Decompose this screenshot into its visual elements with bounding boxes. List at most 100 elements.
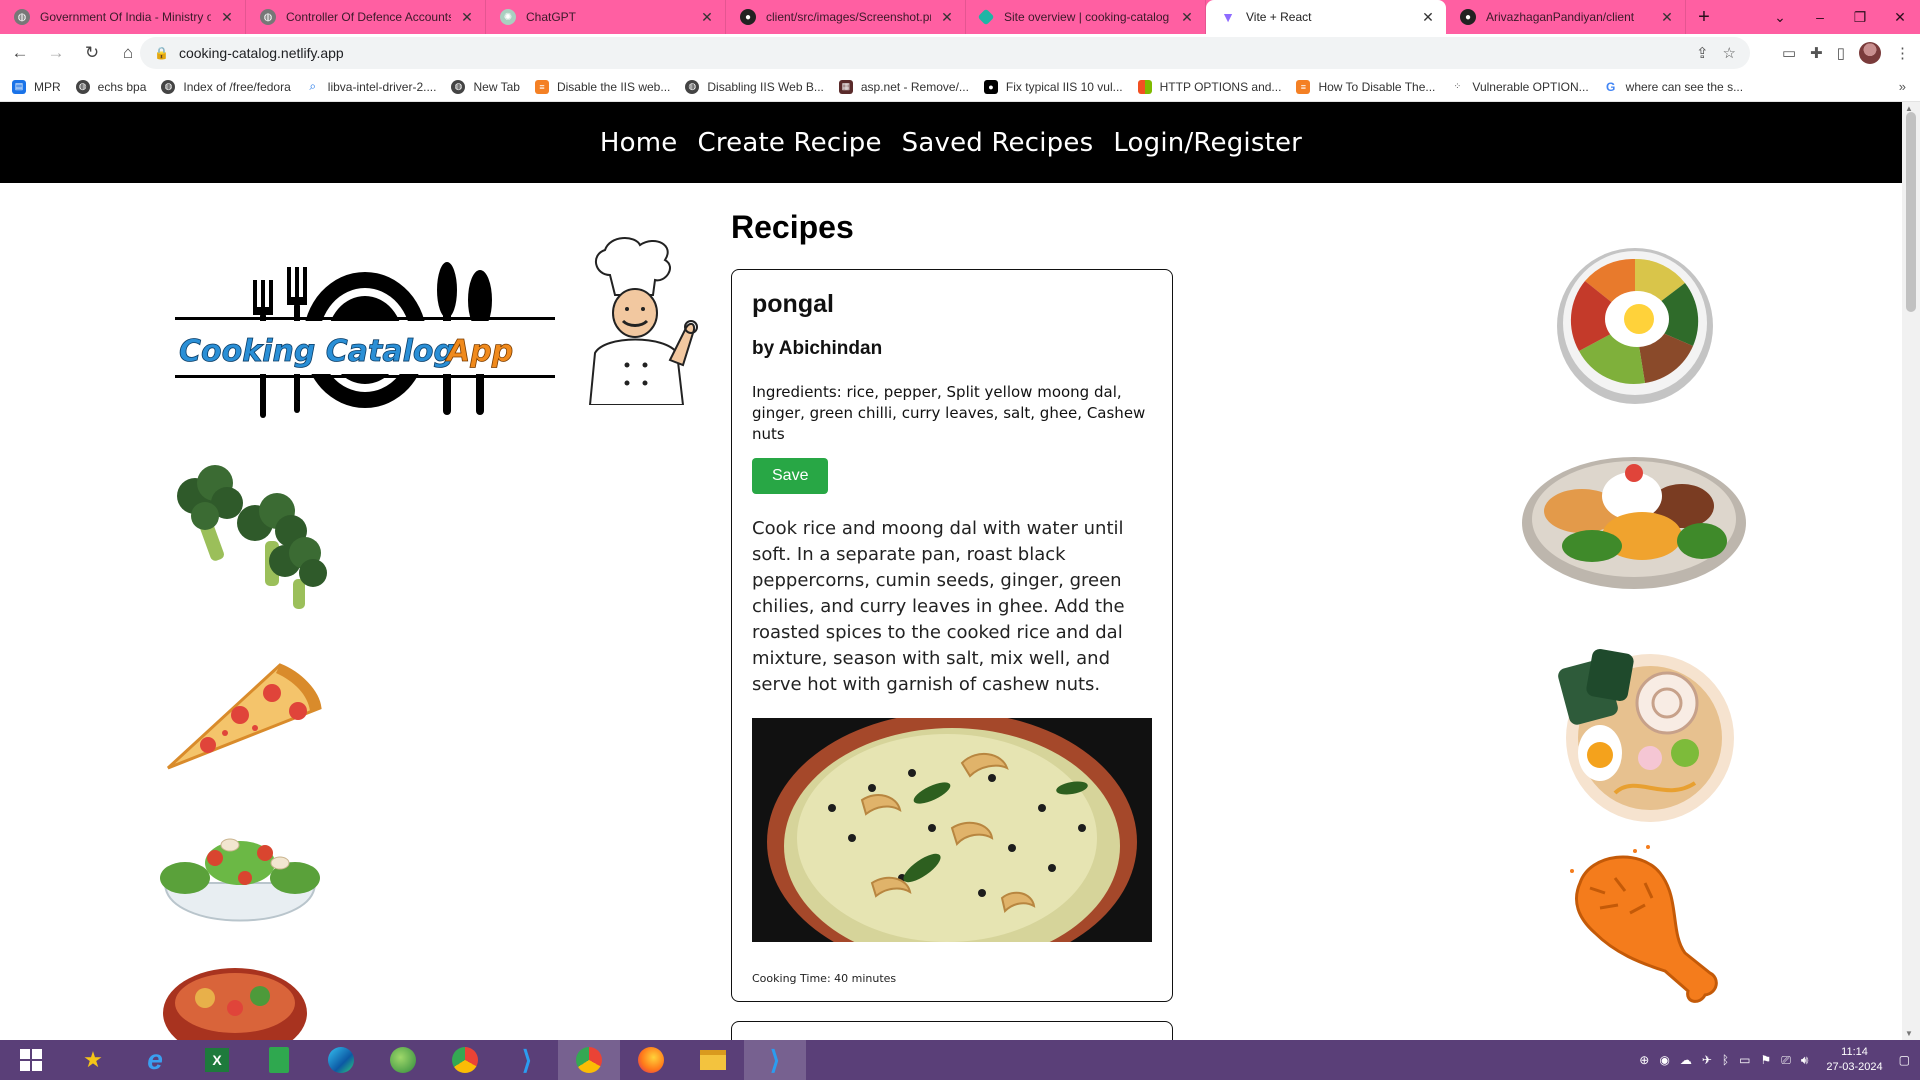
file-explorer-icon[interactable] [682, 1040, 744, 1080]
recipe-cooking-time: Cooking Time: 40 minutes [752, 972, 897, 985]
browser-tab[interactable]: ● client/src/images/Screenshot.pn ✕ [726, 0, 966, 34]
favorites-star-icon[interactable]: ★ [62, 1040, 124, 1080]
close-tab-icon[interactable]: ✕ [1420, 9, 1436, 26]
recipe-card: pongal by Abichindan Ingredients: rice, … [731, 269, 1173, 1002]
globe-icon: ◍ [161, 79, 176, 94]
extension-area: ▭ ✚ ▯ ⋮ [1782, 37, 1910, 69]
reload-icon[interactable]: ↻ [76, 37, 108, 69]
minimize-icon[interactable]: – [1800, 9, 1840, 25]
close-tab-icon[interactable]: ✕ [1179, 9, 1195, 26]
bookmark-item[interactable]: ◍ New Tab [451, 79, 520, 94]
browser-tab-active[interactable]: ▼ Vite + React ✕ [1206, 0, 1446, 34]
network-drive-icon[interactable]: ▭ [1739, 1053, 1750, 1067]
network-icon[interactable]: ⎚ [1781, 1053, 1791, 1068]
forward-icon[interactable]: → [40, 37, 72, 69]
system-tray: ⊕ ◉ ☁ ✈ ᛒ ▭ ⚑ ⎚ 🔊︎ 11:14 27-03-2024 ▢ [1639, 1040, 1910, 1080]
globe-icon: ◍ [451, 79, 466, 94]
bookmark-item[interactable]: ◍ echs bpa [75, 79, 146, 94]
bookmark-item[interactable]: ◍ Index of /free/fedora [161, 79, 291, 94]
chrome-icon[interactable] [434, 1040, 496, 1080]
scrollbar-thumb[interactable] [1906, 112, 1916, 312]
bookmark-item[interactable]: HTTP OPTIONS and... [1137, 79, 1281, 94]
address-bar[interactable]: 🔒 cooking-catalog.netlify.app ⇪ ☆ [140, 37, 1750, 69]
recipe-instructions: Cook rice and moong dal with water until… [752, 518, 1125, 695]
svg-text:App: App [445, 334, 513, 369]
start-windows-icon[interactable] [0, 1040, 62, 1080]
close-tab-icon[interactable]: ✕ [219, 9, 235, 26]
chrome-active-icon[interactable] [558, 1040, 620, 1080]
nav-saved-recipes-link[interactable]: Saved Recipes [902, 128, 1094, 158]
bookmark-item[interactable]: ⌕ libva-intel-driver-2.... [306, 79, 436, 94]
close-tab-icon[interactable]: ✕ [939, 9, 955, 26]
lock-icon[interactable]: 🔒 [154, 46, 169, 60]
bookmark-item[interactable]: ● Fix typical IIS 10 vul... [983, 79, 1123, 94]
restore-icon[interactable]: ❐ [1840, 9, 1880, 26]
tab-search-icon[interactable]: ⌄ [1760, 9, 1800, 26]
bookmark-item[interactable]: ▦ asp.net - Remove/... [838, 79, 969, 94]
page-scrollbar[interactable]: ▲ ▼ [1902, 102, 1920, 1040]
browser-tab[interactable]: ◍ Government Of India - Ministry o ✕ [0, 0, 246, 34]
browser-tab[interactable]: Site overview | cooking-catalog ✕ [966, 0, 1206, 34]
scroll-down-icon[interactable]: ▼ [1905, 1029, 1913, 1038]
more-bookmarks-icon[interactable]: » [1899, 79, 1906, 94]
noodle-bowl-illustration [163, 968, 307, 1040]
calculator-icon[interactable] [248, 1040, 310, 1080]
google-icon: G [1606, 79, 1616, 94]
netlify-icon [977, 8, 995, 26]
nav-home-link[interactable]: Home [600, 128, 678, 158]
notifications-icon[interactable]: ▢ [1899, 1053, 1910, 1067]
vscode-active-icon[interactable]: ⟩ [744, 1040, 806, 1080]
chatgpt-icon: ✺ [500, 9, 516, 25]
vscode-icon[interactable]: ⟩ [496, 1040, 558, 1080]
bluetooth-icon[interactable]: ᛒ [1722, 1053, 1729, 1067]
close-tab-icon[interactable]: ✕ [1659, 9, 1675, 26]
bookmark-item[interactable]: ≡ How To Disable The... [1296, 79, 1435, 94]
menu-icon[interactable]: ⋮ [1895, 44, 1910, 62]
flag-icon[interactable]: ⚑ [1760, 1053, 1771, 1067]
extensions-icon[interactable]: ✚ [1810, 44, 1823, 62]
back-icon[interactable]: ← [4, 37, 36, 69]
bookmark-item[interactable]: ▤ MPR [12, 79, 61, 94]
system-clock[interactable]: 11:14 27-03-2024 [1826, 1045, 1882, 1075]
side-panel-icon[interactable]: ▯ [1837, 44, 1845, 62]
close-window-icon[interactable]: ✕ [1880, 9, 1920, 26]
language-globe-icon[interactable]: ⊕ [1639, 1053, 1649, 1067]
network-globe-icon[interactable] [372, 1040, 434, 1080]
cast-icon[interactable]: ▭ [1782, 44, 1796, 62]
internet-explorer-icon[interactable]: e [124, 1040, 186, 1080]
save-recipe-button[interactable]: Save [752, 458, 829, 494]
telegram-icon[interactable]: ✈ [1702, 1053, 1712, 1067]
bookmark-item[interactable]: Gwhere can see the s... [1604, 80, 1743, 94]
bookmark-icon: ▤ [12, 79, 26, 94]
firefox-icon[interactable] [620, 1040, 682, 1080]
browser-tab[interactable]: ● ArivazhaganPandiyan/client ✕ [1446, 0, 1686, 34]
nav-create-recipe-link[interactable]: Create Recipe [698, 128, 882, 158]
bookmark-star-icon[interactable]: ☆ [1723, 44, 1736, 62]
recipe-card [731, 1021, 1173, 1040]
bibimbap-bowl-illustration [1557, 248, 1713, 404]
svg-text:Cooking Catalog: Cooking Catalog [179, 334, 455, 369]
profile-avatar[interactable] [1859, 42, 1881, 64]
search-icon: ⌕ [309, 79, 317, 93]
close-tab-icon[interactable]: ✕ [459, 9, 475, 26]
new-tab-button[interactable]: + [1686, 0, 1722, 34]
windows-icon [1137, 79, 1152, 94]
bookmark-item[interactable]: ⁘ Vulnerable OPTION... [1450, 80, 1589, 94]
chrome-tray-icon[interactable]: ◉ [1659, 1053, 1669, 1067]
browser-tab[interactable]: ✺ ChatGPT ✕ [486, 0, 726, 34]
nav-login-register-link[interactable]: Login/Register [1113, 128, 1302, 158]
close-tab-icon[interactable]: ✕ [699, 9, 715, 26]
share-icon[interactable]: ⇪ [1696, 44, 1709, 62]
recipe-ingredients: Ingredients: rice, pepper, Split yellow … [752, 383, 1146, 443]
bookmark-item[interactable]: ≡ Disable the IIS web... [534, 79, 670, 94]
browser-tab[interactable]: ◍ Controller Of Defence Accounts ✕ [246, 0, 486, 34]
volume-icon[interactable]: 🔊︎ [1801, 1053, 1809, 1068]
edge-icon[interactable] [310, 1040, 372, 1080]
bookmark-item[interactable]: ◍ Disabling IIS Web B... [685, 79, 824, 94]
page-title: Recipes [731, 209, 854, 245]
github-icon: ● [1460, 9, 1476, 25]
excel-icon[interactable]: X [186, 1040, 248, 1080]
clock-date: 27-03-2024 [1826, 1061, 1883, 1073]
recipe-name: pongal [752, 290, 834, 318]
onedrive-icon[interactable]: ☁ [1680, 1053, 1692, 1067]
